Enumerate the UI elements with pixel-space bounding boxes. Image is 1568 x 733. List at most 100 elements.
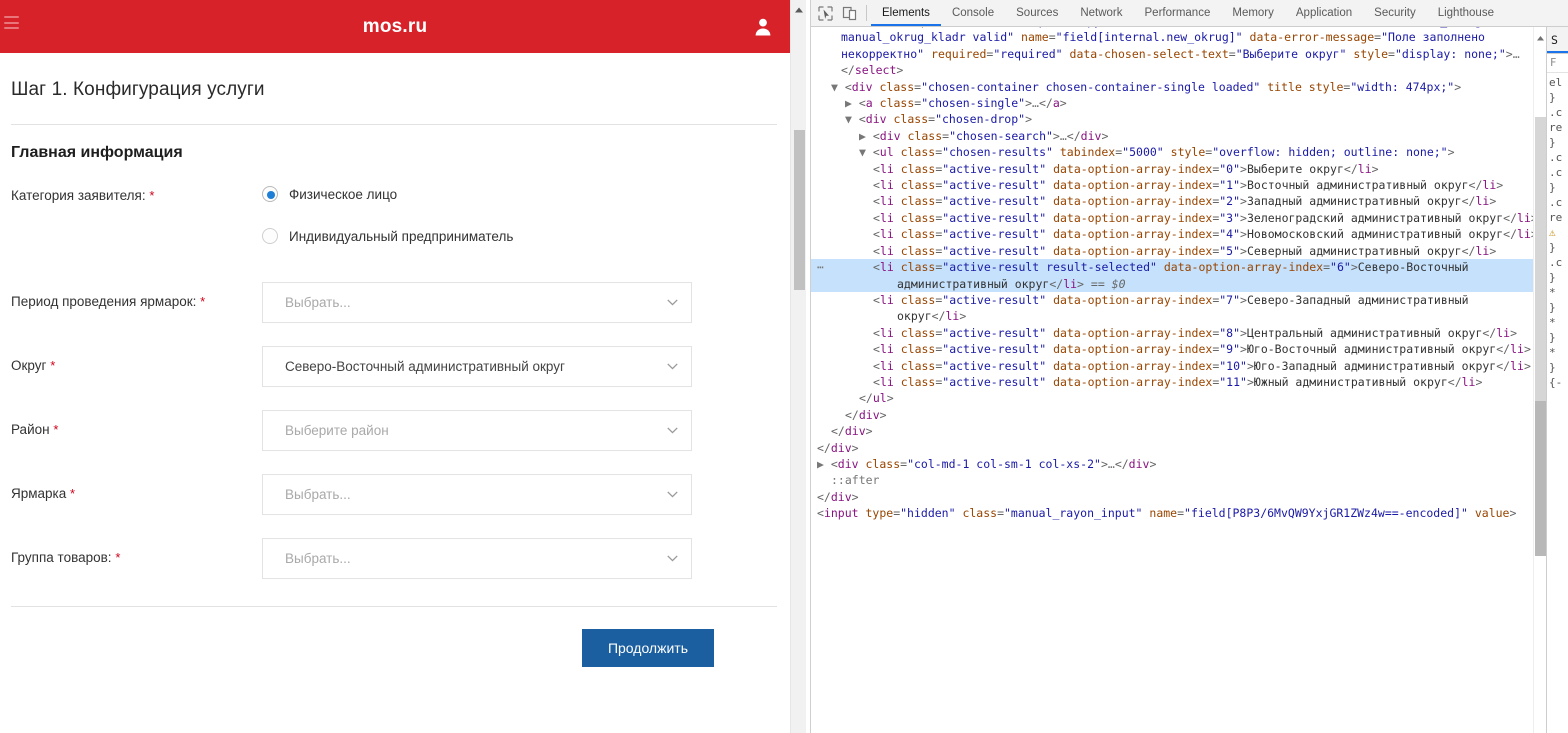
tab-application[interactable]: Application <box>1285 0 1363 26</box>
select-goods-group[interactable]: Выбрать... <box>262 538 692 579</box>
select-period[interactable]: Выбрать... <box>262 282 692 323</box>
styles-rule-line[interactable]: .c <box>1549 255 1568 270</box>
continue-button[interactable]: Продолжить <box>581 629 714 667</box>
radio-option-entrepreneur[interactable]: Индивидуальный предприниматель <box>262 218 790 254</box>
dom-tree-node[interactable]: </ul> <box>811 390 1546 406</box>
tab-performance[interactable]: Performance <box>1134 0 1222 26</box>
tab-lighthouse[interactable]: Lighthouse <box>1427 0 1505 26</box>
styles-rule-line[interactable]: } <box>1549 330 1568 345</box>
chevron-down-icon[interactable] <box>667 362 678 370</box>
styles-rule-line[interactable]: re <box>1549 120 1568 135</box>
styles-rule-line[interactable]: } <box>1549 135 1568 150</box>
label-text: Период проведения ярмарок: <box>11 294 197 309</box>
styles-rule-line[interactable]: * <box>1549 345 1568 360</box>
chevron-down-icon[interactable] <box>667 554 678 562</box>
styles-rule-line[interactable]: {- <box>1549 375 1568 390</box>
inspect-element-icon[interactable] <box>817 5 834 22</box>
field-label-rayon: Район * <box>10 410 262 439</box>
dom-tree-node[interactable]: <li class="active-result" data-option-ar… <box>811 226 1546 242</box>
node-menu-dots-icon[interactable]: ⋯ <box>817 259 825 275</box>
dom-tree-node[interactable]: ▶ <a class="chosen-single">…</a> <box>811 95 1546 111</box>
styles-rule-line[interactable]: .c <box>1549 165 1568 180</box>
tab-console[interactable]: Console <box>941 0 1005 26</box>
styles-rule-line[interactable]: .c <box>1549 150 1568 165</box>
dom-tree-node[interactable]: <li class="active-result" data-option-ar… <box>811 243 1546 259</box>
form-row-applicant-category: Категория заявителя: * Физическое лицо И… <box>10 176 790 260</box>
chevron-down-icon[interactable] <box>667 298 678 306</box>
radio-button-selected-icon[interactable] <box>262 186 278 202</box>
dom-tree-node[interactable]: <li class="active-result" data-option-ar… <box>811 161 1546 177</box>
chevron-down-icon[interactable] <box>667 426 678 434</box>
dom-tree-node[interactable]: <li class="active-result" data-option-ar… <box>811 210 1546 226</box>
dom-tree-node[interactable]: ▼ <div class="chosen-container chosen-co… <box>811 79 1546 95</box>
styles-rule-line[interactable]: el <box>1549 75 1568 90</box>
styles-rule-line[interactable]: .c <box>1549 195 1568 210</box>
tab-memory[interactable]: Memory <box>1221 0 1285 26</box>
styles-rule-line[interactable]: * <box>1549 285 1568 300</box>
dom-tree-node-text: ▶ <div class="chosen-search">…</div> <box>859 128 1109 143</box>
page-scrollbar-thumb[interactable] <box>794 130 805 290</box>
elements-tree-pane[interactable]: ▶ <select data-placeholder="Выберите окр… <box>811 27 1546 733</box>
scroll-up-arrow-icon[interactable] <box>1536 30 1545 41</box>
device-toolbar-icon[interactable] <box>841 5 858 22</box>
radio-button-unselected-icon[interactable] <box>262 228 278 244</box>
chevron-down-icon[interactable] <box>667 490 678 498</box>
tab-security[interactable]: Security <box>1363 0 1427 26</box>
styles-rule-line[interactable]: } <box>1549 90 1568 105</box>
styles-rule-line[interactable]: } <box>1549 270 1568 285</box>
scroll-up-arrow-icon[interactable] <box>794 2 804 13</box>
dom-tree-node[interactable]: ▼ <ul class="chosen-results" tabindex="5… <box>811 144 1546 160</box>
select-yarmarka[interactable]: Выбрать... <box>262 474 692 515</box>
radio-option-individual[interactable]: Физическое лицо <box>262 176 790 212</box>
dom-tree-node[interactable]: ▼ <div class="chosen-drop"> <box>811 111 1546 127</box>
site-header: mos.ru <box>0 0 790 53</box>
dom-tree-node[interactable]: <li class="active-result" data-option-ar… <box>811 292 1546 325</box>
tree-scrollbar[interactable] <box>1533 27 1546 733</box>
dom-tree-node[interactable]: <input type="hidden" class="manual_rayon… <box>811 505 1546 521</box>
dom-tree[interactable]: ▶ <select data-placeholder="Выберите окр… <box>811 27 1546 522</box>
styles-rule-line[interactable]: .c <box>1549 105 1568 120</box>
devtools-body: ▶ <select data-placeholder="Выберите окр… <box>811 27 1568 733</box>
dom-tree-node[interactable]: ▶ <div class="col-md-1 col-sm-1 col-xs-2… <box>811 456 1546 472</box>
select-okrug[interactable]: Северо-Восточный административный округ <box>262 346 692 387</box>
styles-rule-line[interactable]: } <box>1549 180 1568 195</box>
dom-tree-node[interactable]: <li class="active-result" data-option-ar… <box>811 177 1546 193</box>
dom-tree-node[interactable]: <li class="active-result" data-option-ar… <box>811 341 1546 357</box>
radio-group-applicant-category: Физическое лицо Индивидуальный предприни… <box>262 176 790 260</box>
dom-tree-node[interactable]: <li class="active-result" data-option-ar… <box>811 193 1546 209</box>
dom-tree-node[interactable]: ::after <box>811 472 1546 488</box>
tree-scrollbar-thumb[interactable] <box>1535 401 1546 556</box>
styles-pane[interactable]: S F el} .c re} .c .c} .c re ⚠} .c} *} *} *} {- <box>1546 27 1568 733</box>
styles-rule-line[interactable]: re <box>1549 210 1568 225</box>
dom-tree-node[interactable]: </div> <box>811 423 1546 439</box>
dom-tree-node[interactable]: </div> <box>811 407 1546 423</box>
styles-rule-line[interactable]: } <box>1549 300 1568 315</box>
form-row-okrug: Округ * Северо-Восточный административны… <box>10 346 790 388</box>
site-logo[interactable]: mos.ru <box>363 16 428 38</box>
styles-filter-input[interactable]: F <box>1547 54 1568 73</box>
styles-rule-line[interactable]: ⚠ <box>1549 225 1568 240</box>
styles-rules-list[interactable]: el} .c re} .c .c} .c re ⚠} .c} *} *} *} {- <box>1547 73 1568 390</box>
page-scrollbar[interactable] <box>790 0 806 733</box>
dom-tree-node[interactable]: ▶ <select data-placeholder="Выберите окр… <box>811 27 1546 79</box>
styles-rule-line[interactable]: } <box>1549 360 1568 375</box>
dom-tree-node[interactable]: <li class="active-result" data-option-ar… <box>811 325 1546 341</box>
dom-tree-node-selected[interactable]: ⋯ <li class="active-result result-selecte… <box>811 259 1546 292</box>
styles-tabbar: S <box>1547 27 1568 54</box>
tab-elements[interactable]: Elements <box>871 0 941 26</box>
select-rayon[interactable]: Выберите район <box>262 410 692 451</box>
label-text: Район <box>11 422 50 437</box>
styles-rule-line[interactable]: } <box>1549 240 1568 255</box>
dom-tree-node[interactable]: <li class="active-result" data-option-ar… <box>811 358 1546 374</box>
dom-tree-node[interactable]: <li class="active-result" data-option-ar… <box>811 374 1546 390</box>
tab-sources[interactable]: Sources <box>1005 0 1069 26</box>
dom-tree-node[interactable]: </div> <box>811 489 1546 505</box>
dom-tree-node[interactable]: </div> <box>811 440 1546 456</box>
styles-tab-label[interactable]: S <box>1551 33 1558 47</box>
dom-tree-node[interactable]: ▶ <div class="chosen-search">…</div> <box>811 128 1546 144</box>
hamburger-menu-icon[interactable] <box>4 16 19 29</box>
styles-rule-line[interactable]: * <box>1549 315 1568 330</box>
tab-network[interactable]: Network <box>1069 0 1133 26</box>
user-account-icon[interactable] <box>754 17 772 36</box>
